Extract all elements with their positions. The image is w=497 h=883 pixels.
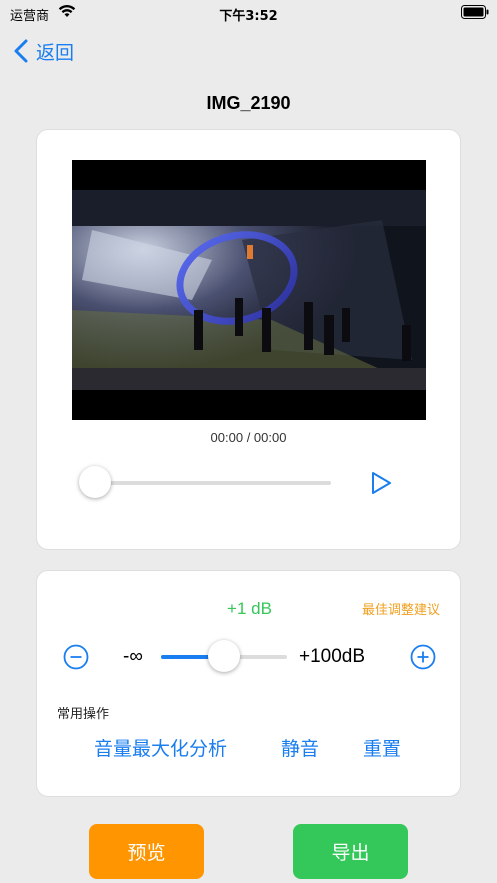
- page-title: IMG_2190: [206, 93, 291, 113]
- play-icon: [372, 472, 391, 494]
- volume-slider-thumb[interactable]: [208, 640, 240, 672]
- status-bar: 运营商 下午3:52: [0, 0, 497, 26]
- export-button[interactable]: 导出: [293, 824, 408, 879]
- preview-button[interactable]: 预览: [89, 824, 204, 879]
- back-button[interactable]: 返回: [14, 38, 74, 64]
- battery-icon: [461, 5, 489, 19]
- common-operations-label: 常用操作: [57, 707, 110, 722]
- decrease-volume-button[interactable]: [63, 644, 89, 670]
- clock: 下午3:52: [219, 9, 278, 24]
- seek-slider-track[interactable]: [95, 481, 331, 485]
- reset-button[interactable]: 重置: [363, 734, 401, 761]
- minus-circle-icon: [63, 644, 89, 670]
- maximize-volume-analysis-button[interactable]: 音量最大化分析: [94, 734, 227, 761]
- best-suggestion-link[interactable]: 最佳调整建议: [362, 599, 440, 618]
- back-label: 返回: [36, 41, 75, 64]
- video-preview[interactable]: [72, 160, 426, 420]
- volume-card: +1 dB 最佳调整建议 -∞ +100dB 常用操作 音量最大化分析 静音 重…: [36, 570, 461, 797]
- volume-max-label: +100dB: [299, 646, 366, 667]
- video-card: 00:00 / 00:00: [36, 129, 461, 550]
- plus-circle-icon: [410, 644, 436, 670]
- mute-button[interactable]: 静音: [281, 734, 319, 761]
- play-button[interactable]: [369, 470, 393, 496]
- timecode: 00:00 / 00:00: [210, 430, 287, 445]
- volume-min-label: -∞: [123, 646, 143, 667]
- video-frame-image: [72, 190, 426, 390]
- increase-volume-button[interactable]: [410, 644, 436, 670]
- seek-slider-thumb[interactable]: [79, 466, 111, 498]
- chevron-left-icon: [14, 39, 28, 63]
